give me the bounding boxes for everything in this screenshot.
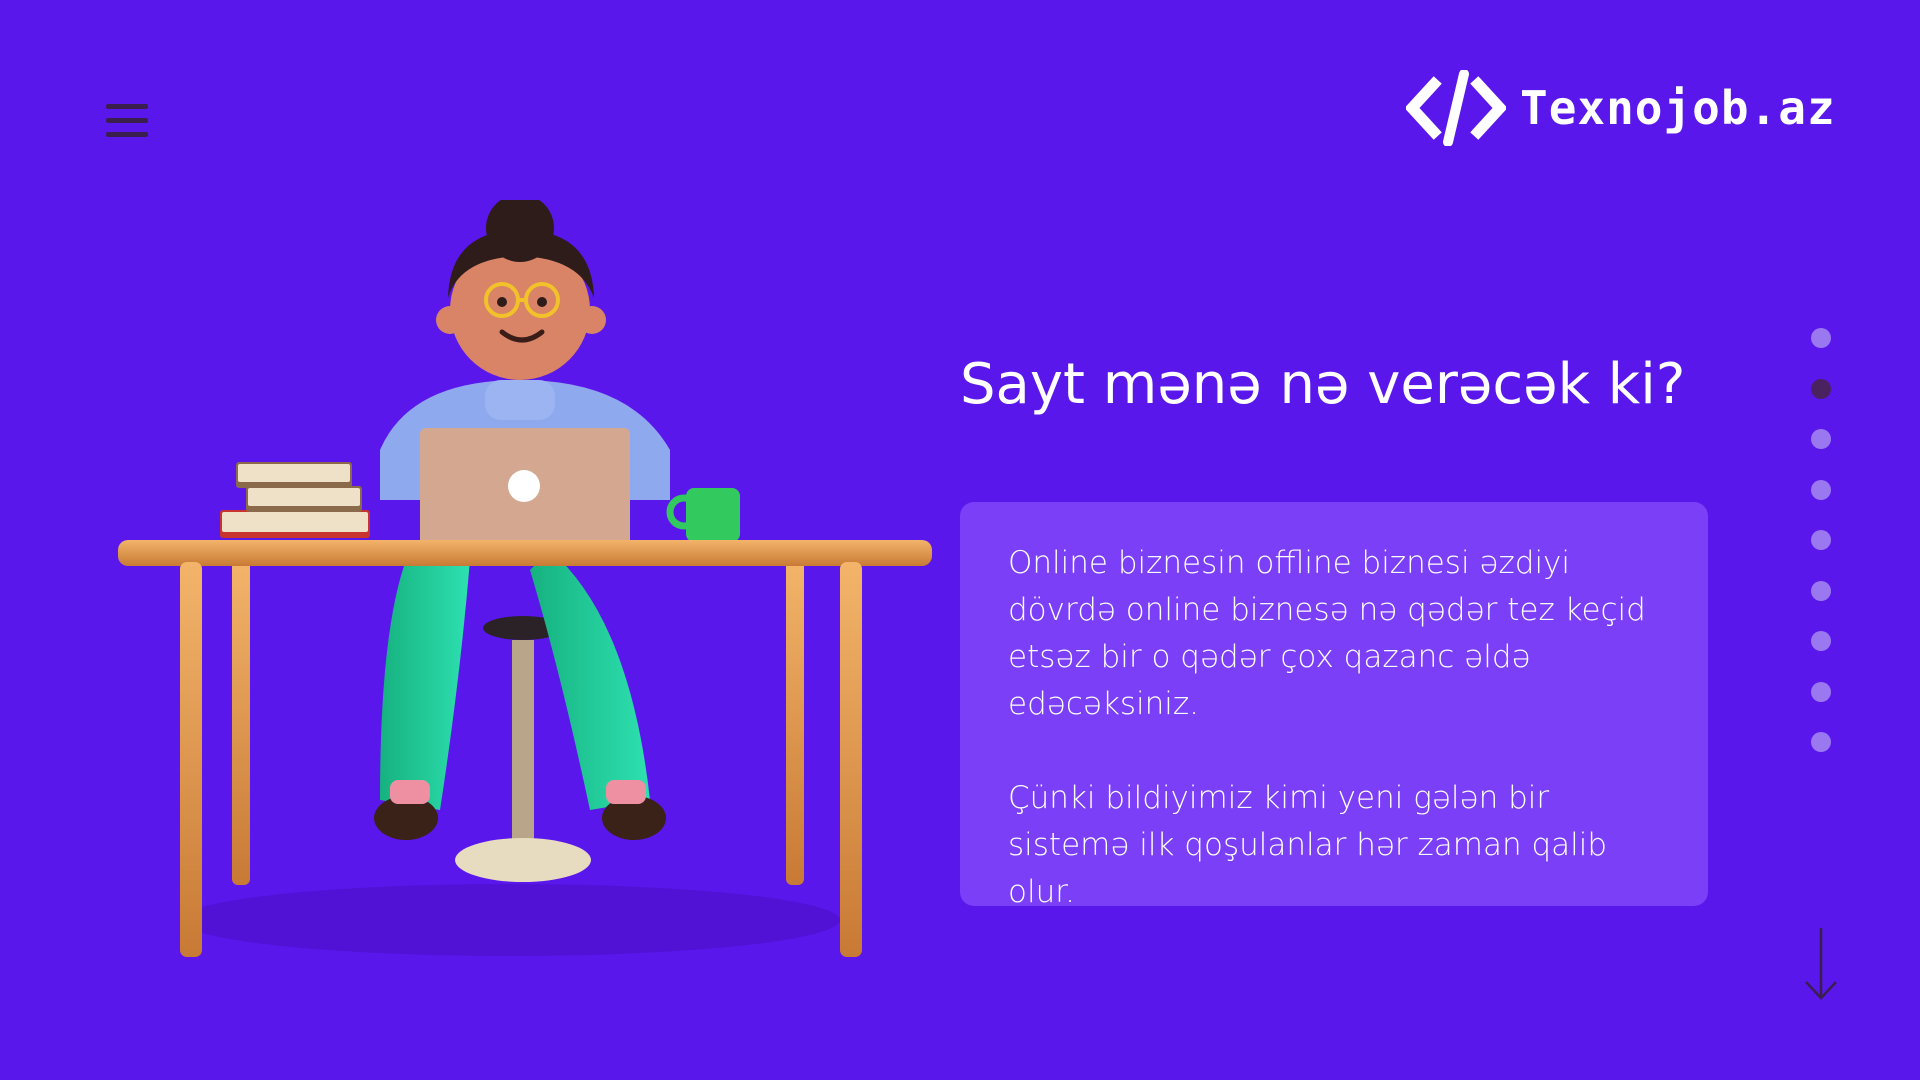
info-card: Online biznesin offline biznesi əzdiyi d…	[960, 502, 1708, 910]
pagination-dot-6[interactable]	[1811, 580, 1831, 601]
pagination-dot-7[interactable]	[1811, 631, 1831, 651]
page-title: Sayt mənə nə verəcək ki?	[960, 352, 1686, 417]
pagination-dot-5[interactable]	[1811, 530, 1831, 550]
pagination-dot-1[interactable]	[1811, 328, 1831, 348]
person-at-desk-illustration	[118, 200, 932, 957]
slide-pagination	[1811, 328, 1831, 783]
hamburger-icon	[106, 104, 148, 137]
code-brackets-icon	[1406, 70, 1506, 146]
logo[interactable]: Texnojob.az	[1406, 70, 1836, 146]
logo-text: Texnojob.az	[1520, 81, 1836, 135]
info-paragraph: Çünki bildiyimiz kimi yeni gələn bir sis…	[1008, 780, 1608, 910]
pagination-dot-8[interactable]	[1811, 681, 1831, 702]
menu-button[interactable]	[106, 104, 148, 144]
pagination-dot-3[interactable]	[1811, 429, 1831, 449]
pagination-dot-4[interactable]	[1811, 479, 1831, 500]
pagination-dot-9[interactable]	[1811, 732, 1831, 752]
arrow-down-icon[interactable]	[1804, 926, 1838, 1002]
info-paragraph: Online biznesin offline biznesi əzdiyi d…	[1008, 545, 1646, 722]
pagination-dot-2[interactable]	[1811, 378, 1831, 399]
